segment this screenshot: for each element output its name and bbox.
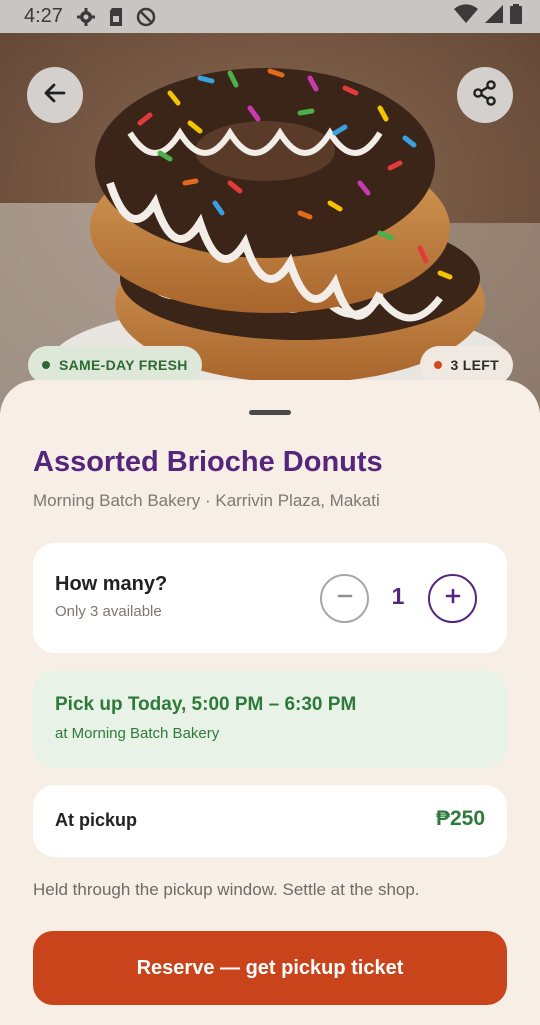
- plus-icon: [444, 587, 462, 610]
- share-icon: [471, 79, 499, 112]
- stock-dot-icon: [433, 361, 442, 369]
- reserve-button[interactable]: Reserve — get pickup ticket: [33, 931, 507, 1005]
- minus-icon: [336, 587, 354, 610]
- hero-image: SAME-DAY FRESH 3 LEFT: [0, 33, 540, 413]
- wifi-icon: [454, 4, 478, 29]
- drag-handle[interactable]: [249, 410, 291, 415]
- back-button[interactable]: [27, 67, 83, 123]
- pickup-location: at Morning Batch Bakery: [55, 725, 220, 742]
- quantity-card: How many? Only 3 available 1: [33, 543, 507, 653]
- stock-left-badge: 3 LEFT: [419, 346, 513, 384]
- do-not-disturb-icon: [135, 6, 157, 28]
- increase-quantity-button[interactable]: [428, 574, 477, 623]
- settings-icon: [75, 6, 97, 28]
- price-card: At pickup ₱250: [33, 785, 507, 857]
- arrow-left-icon: [42, 80, 68, 111]
- fresh-dot-icon: [42, 361, 50, 369]
- quantity-availability: Only 3 available: [55, 603, 162, 620]
- pickup-time: Pick up Today, 5:00 PM – 6:30 PM: [55, 694, 357, 715]
- same-day-fresh-label: SAME-DAY FRESH: [59, 357, 188, 373]
- quantity-title: How many?: [55, 573, 168, 595]
- share-button[interactable]: [457, 67, 513, 123]
- price-value: ₱250: [435, 807, 485, 830]
- product-subtitle: Morning Batch Bakery · Karrivin Plaza, M…: [33, 491, 380, 510]
- bottom-sheet: Assorted Brioche Donuts Morning Batch Ba…: [0, 380, 540, 1025]
- status-time: 4:27: [24, 5, 63, 27]
- same-day-fresh-badge: SAME-DAY FRESH: [28, 346, 202, 384]
- signal-icon: [484, 4, 504, 29]
- decrease-quantity-button[interactable]: [320, 574, 369, 623]
- product-title: Assorted Brioche Donuts: [33, 446, 383, 478]
- hold-note: Held through the pickup window. Settle a…: [33, 880, 420, 899]
- payment-label: At pickup: [55, 810, 138, 830]
- status-bar: 4:27: [0, 0, 540, 33]
- quantity-value: 1: [391, 583, 405, 609]
- pickup-info-card: Pick up Today, 5:00 PM – 6:30 PM at Morn…: [33, 670, 507, 768]
- battery-icon: [510, 4, 522, 29]
- stock-left-label: 3 LEFT: [450, 357, 499, 373]
- sim-card-icon: [105, 6, 127, 28]
